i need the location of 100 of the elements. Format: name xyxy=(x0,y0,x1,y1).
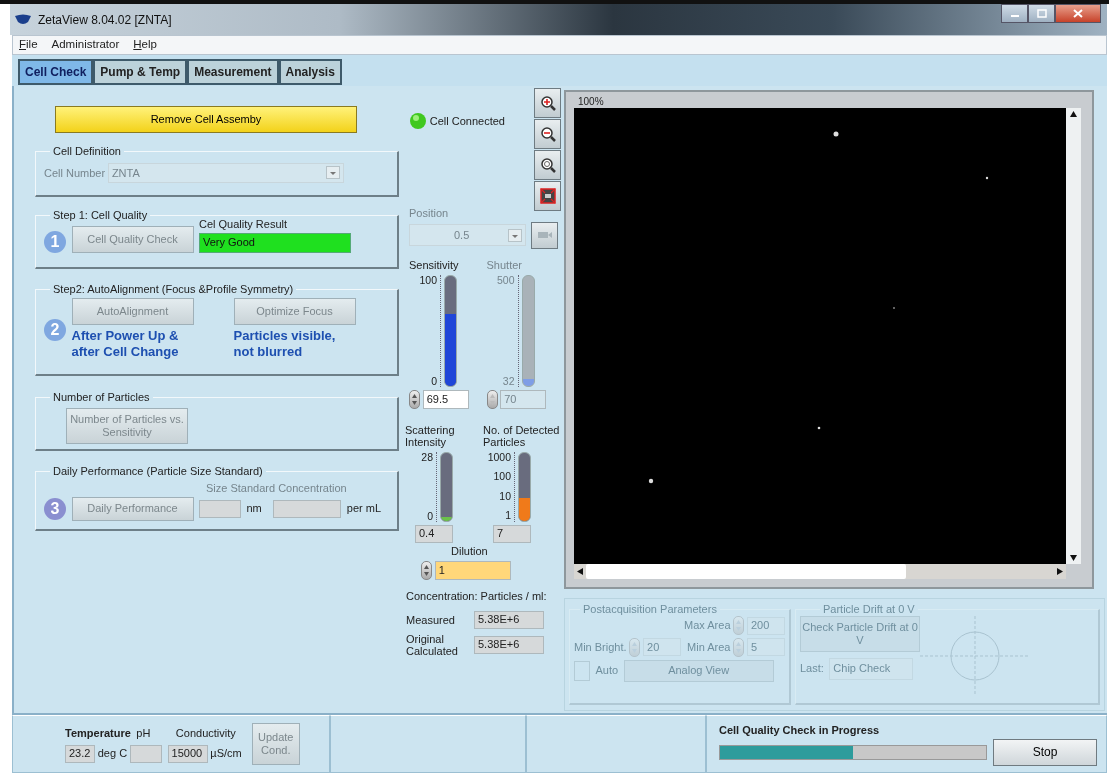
group-title: Cell Definition xyxy=(52,145,122,158)
meter-label: Shutter xyxy=(486,258,523,273)
dilution-field[interactable]: 1 xyxy=(434,561,511,580)
ph-field xyxy=(129,744,162,763)
group-title: Step2: AutoAlignment (Focus &Profile Symmetry) xyxy=(52,283,295,296)
remove-cell-button[interactable]: Remove Cell Assemby xyxy=(55,106,357,133)
step-number-badge: 3 xyxy=(44,497,66,520)
spin-button[interactable] xyxy=(421,561,432,580)
zoom-label: 100% xyxy=(578,96,605,108)
size-field[interactable] xyxy=(199,499,241,518)
zoom-reset-button[interactable] xyxy=(534,150,561,180)
tick-label: 0 xyxy=(427,510,433,522)
menu-item[interactable]: File xyxy=(19,36,38,54)
row-label: Original Calculated xyxy=(406,632,459,657)
zoom-out-button[interactable] xyxy=(534,119,561,149)
tick-label: 28 xyxy=(421,451,433,463)
camera-icon xyxy=(536,230,553,240)
close-button[interactable] xyxy=(1055,4,1101,23)
tick-label: 0 xyxy=(431,375,437,387)
value-readout: 7 xyxy=(493,524,531,543)
camera-button[interactable] xyxy=(531,221,558,249)
instruction-note: Particles visible, not blurred xyxy=(233,327,337,360)
tick-label: 32 xyxy=(502,375,515,387)
field-label: Max Area xyxy=(684,618,731,634)
fit-frame-icon xyxy=(539,188,556,204)
value-field[interactable]: 69.5 xyxy=(422,389,469,409)
dilution-label: Dilution xyxy=(451,543,489,559)
unit-label: deg C xyxy=(97,746,128,762)
group-title: Daily Performance (Particle Size Standard) xyxy=(52,465,264,478)
spin-arrows-icon xyxy=(411,392,418,406)
spin-button[interactable] xyxy=(409,389,420,409)
maximize-icon xyxy=(1036,9,1047,18)
tick-label: 100 xyxy=(493,471,511,483)
field-label: Last: xyxy=(800,661,824,677)
field-label: Min Bright. xyxy=(574,640,627,655)
maximize-button[interactable] xyxy=(1028,4,1055,23)
step-number-badge: 2 xyxy=(44,318,66,341)
fit-to-window-button[interactable] xyxy=(534,181,561,211)
value-readout: 0.4 xyxy=(415,524,453,543)
window-title: ZetaView 8.04.02 [ZNTA] xyxy=(38,11,172,29)
close-icon xyxy=(1073,9,1083,18)
group-title: Number of Particles xyxy=(52,391,151,404)
dropdown-value: 0.5 xyxy=(454,227,470,243)
concentration-caption: Size Standard Concentration xyxy=(206,481,348,496)
tab[interactable]: Cell Check xyxy=(18,59,94,85)
meter-label: No. of Detected Particles xyxy=(483,423,561,450)
tick-label: 10 xyxy=(499,490,511,502)
row-label: Measured xyxy=(406,613,456,626)
field-label: Cell Number xyxy=(44,165,106,181)
spin-arrows-icon xyxy=(735,640,743,654)
app-icon xyxy=(14,13,32,26)
minimize-button[interactable] xyxy=(1001,4,1028,23)
step-number-badge: 1 xyxy=(44,230,66,253)
unit-label: per mL xyxy=(346,501,382,517)
spin-arrows-icon xyxy=(631,640,639,654)
spin-button[interactable] xyxy=(486,389,498,409)
result-label: Cel Quality Result xyxy=(199,217,289,232)
tab[interactable]: Measurement xyxy=(187,59,279,85)
stop-button[interactable]: Stop xyxy=(993,738,1097,766)
tab[interactable]: Analysis xyxy=(278,59,342,85)
tick-label: 1000 xyxy=(487,451,511,463)
position-label: Position xyxy=(409,206,450,221)
last-check-field: Chip Check xyxy=(829,657,914,680)
spin-arrows-icon xyxy=(735,619,743,632)
conductivity-label: Conductivity xyxy=(175,726,236,742)
meter-label: Sensitivity xyxy=(409,258,460,273)
ph-label: pH xyxy=(136,726,152,742)
progress-label: Cell Quality Check in Progress xyxy=(719,723,881,738)
connection-label: Cell Connected xyxy=(429,113,505,129)
temperature-label: Temperature xyxy=(65,726,131,742)
temperature-field: 23.2 xyxy=(65,744,95,763)
zoom-in-icon xyxy=(539,95,556,111)
conductivity-field: 15000 xyxy=(167,744,208,763)
value-readout: 5.38E+6 xyxy=(474,635,544,654)
tick-label: 100 xyxy=(419,274,437,286)
magnifier-icon xyxy=(539,157,556,173)
menu-item[interactable]: Help xyxy=(133,36,157,54)
unit-label: nm xyxy=(246,501,262,517)
menu-item[interactable]: Administrator xyxy=(51,36,120,54)
instruction-note: After Power Up & after Cell Change xyxy=(71,327,180,360)
tab[interactable]: Pump & Temp xyxy=(93,59,188,85)
group-title: Postacquisition Parameters xyxy=(582,603,718,616)
zoom-in-button[interactable] xyxy=(534,88,561,118)
group-title: Particle Drift at 0 V xyxy=(822,603,916,616)
tick-label: 1 xyxy=(505,510,511,522)
result-field: Very Good xyxy=(199,232,351,253)
meter-label: Scattering Intensity xyxy=(405,423,456,450)
dropdown-value: ZNTA xyxy=(111,165,140,181)
vertical-scrollbar[interactable] xyxy=(1066,108,1081,564)
group-title: Step 1: Cell Quality xyxy=(52,209,149,222)
scroll-thumb[interactable] xyxy=(586,564,906,579)
concentration-field[interactable] xyxy=(273,499,342,518)
unit-label: µS/cm xyxy=(210,746,242,762)
concentration-title: Concentration: Particles / ml: xyxy=(406,589,548,604)
value-readout: 5.38E+6 xyxy=(474,610,544,629)
spin-arrows-icon xyxy=(423,564,430,577)
tick-label: 500 xyxy=(496,274,515,286)
field-label: Min Area xyxy=(687,640,731,655)
checkbox-label: Auto xyxy=(595,663,619,679)
horizontal-scrollbar[interactable] xyxy=(574,564,1066,579)
